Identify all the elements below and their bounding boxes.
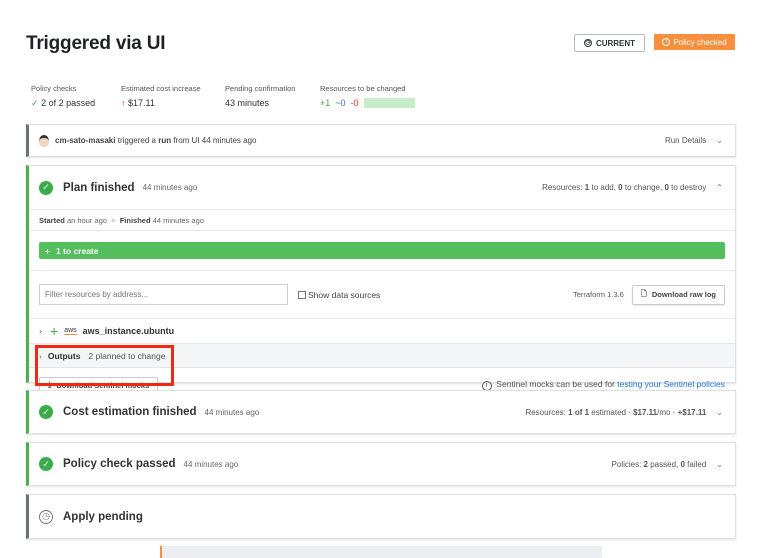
- page-title: Triggered via UI: [26, 33, 166, 54]
- plan-header[interactable]: ✓ Plan finished 44 minutes ago Resources…: [29, 166, 735, 209]
- filter-resources-input[interactable]: [39, 284, 288, 305]
- stat-value: $17.11: [128, 98, 155, 108]
- show-data-sources-checkbox[interactable]: Show data sources: [298, 290, 380, 300]
- policy-time: 44 minutes ago: [183, 459, 239, 469]
- destroy-count: -0: [350, 98, 359, 108]
- check-circle-icon: ✓: [39, 405, 53, 419]
- apply-header[interactable]: ◷ Apply pending: [29, 495, 735, 538]
- stat-policy: ✓ 2 of 2 passed: [31, 98, 95, 109]
- checkbox-label: Show data sources: [308, 289, 381, 300]
- filter-row: Show data sources Terraform 1.3.6 🗋 Downl…: [29, 270, 735, 318]
- arrow-up-icon: ↑: [121, 98, 126, 108]
- button-label: Download raw log: [651, 290, 716, 299]
- plus-icon: +: [50, 323, 59, 339]
- plan-summary: Resources: 1 to add, 0 to change, 0 to d…: [542, 183, 707, 192]
- create-row: +1 to create: [29, 230, 735, 270]
- apply-title: Apply pending: [63, 510, 143, 523]
- cost-card: ✓ Cost estimation finished 44 minutes ag…: [26, 390, 736, 434]
- run-user: cm-sato-masaki: [55, 136, 116, 145]
- run-card: cm-sato-masaki triggered a run from UI 4…: [26, 124, 736, 157]
- create-summary-bar[interactable]: +1 to create: [39, 242, 725, 259]
- plan-timeline: Started an hour ago > Finished 44 minute…: [29, 209, 735, 230]
- resource-bar: [363, 98, 415, 108]
- file-icon: 🗋: [640, 289, 647, 298]
- stat-label-policy: Policy checks: [31, 84, 77, 93]
- run-text: triggered a: [117, 136, 156, 145]
- status-badge: ! Policy checked: [654, 34, 735, 50]
- resource-row[interactable]: › + aws aws_instance.ubuntu: [29, 318, 735, 343]
- plan-title: Plan finished: [63, 181, 135, 194]
- stat-pending: 43 minutes: [225, 98, 270, 108]
- plan-time: 44 minutes ago: [142, 183, 198, 192]
- testing-sentinel-link[interactable]: testing your Sentinel policies: [617, 379, 725, 389]
- change-count: ~0: [335, 98, 346, 108]
- chevron-down-icon: ⌄: [716, 459, 723, 469]
- checkbox-icon[interactable]: [298, 290, 306, 299]
- current-button[interactable]: ◷ CURRENT: [574, 34, 645, 52]
- cost-summary: Resources: 1 of 1 estimated · $17.11/mo …: [525, 407, 707, 417]
- confirm-panel: [160, 546, 602, 558]
- chevron-down-icon: ⌄: [716, 136, 723, 145]
- check-icon: ✓: [31, 98, 39, 108]
- stat-resources: +1 ~0 -0: [320, 98, 415, 108]
- cost-time: 44 minutes ago: [204, 407, 260, 417]
- plus-icon: +: [45, 245, 50, 256]
- cost-header[interactable]: ✓ Cost estimation finished 44 minutes ag…: [29, 391, 735, 433]
- highlight-box: [35, 345, 174, 386]
- resource-name: aws_instance.ubuntu: [82, 326, 175, 336]
- policy-header[interactable]: ✓ Policy check passed 44 minutes ago Pol…: [29, 443, 735, 485]
- avatar: [39, 134, 49, 147]
- stat-label-resources: Resources to be changed: [320, 84, 406, 93]
- cost-title: Cost estimation finished: [63, 406, 197, 418]
- check-circle-icon: ✓: [39, 180, 53, 195]
- info-icon: !: [662, 38, 671, 46]
- run-link[interactable]: run: [158, 136, 171, 145]
- current-label: CURRENT: [595, 38, 636, 48]
- check-circle-icon: ✓: [39, 457, 53, 471]
- chevron-up-icon: ⌃: [716, 183, 723, 192]
- chevron-down-icon: ⌄: [716, 407, 723, 417]
- stat-cost: ↑ $17.11: [121, 98, 155, 108]
- apply-card: ◷ Apply pending: [26, 494, 736, 539]
- run-header[interactable]: cm-sato-masaki triggered a run from UI 4…: [29, 125, 735, 156]
- chevron-right-icon: ›: [39, 326, 42, 336]
- aws-logo-icon: aws: [64, 327, 77, 335]
- clock-icon: ◷: [39, 509, 53, 524]
- stat-label-pending: Pending confirmation: [225, 84, 296, 93]
- status-badge-label: Policy checked: [673, 37, 727, 47]
- add-count: +1: [320, 98, 331, 108]
- run-text: from UI 44 minutes ago: [173, 136, 257, 145]
- create-label: 1 to create: [55, 245, 99, 256]
- terraform-version: Terraform 1.3.6: [572, 290, 624, 299]
- stat-label-cost: Estimated cost increase: [121, 84, 201, 93]
- policy-title: Policy check passed: [63, 458, 176, 470]
- download-raw-log-button[interactable]: 🗋 Download raw log: [631, 284, 725, 305]
- stat-value: 2 of 2 passed: [41, 98, 96, 108]
- clock-icon: ◷: [583, 39, 592, 47]
- policy-summary: Policies: 2 passed, 0 failed: [611, 459, 707, 469]
- policy-card: ✓ Policy check passed 44 minutes ago Pol…: [26, 442, 736, 486]
- run-details-button[interactable]: Run Details: [665, 136, 706, 145]
